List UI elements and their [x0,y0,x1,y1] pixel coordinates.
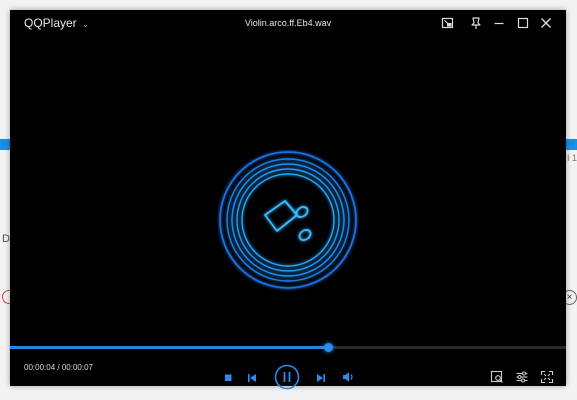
player-window: QQPlayer ⌄ Violin.arco.ff.Eb4.wav 00:00:… [10,10,566,390]
total-time: 00:00:07 [61,363,93,372]
volume-icon [343,372,353,382]
maximize-button[interactable] [515,15,531,31]
close-icon [541,18,551,28]
screenshot-icon [490,370,503,383]
picture-in-picture-icon [441,17,454,29]
current-time: 00:00:04 [24,363,56,372]
pin-icon [471,17,481,29]
background-app-text-right: I 1 [567,153,577,163]
settings-icon [516,371,528,383]
time-separator: / [57,363,60,372]
control-bar: 00:00:04 / 00:00:07 [10,349,566,390]
stop-icon [225,374,232,381]
video-area[interactable] [10,36,566,348]
music-note-icon [264,200,312,241]
next-button[interactable] [315,371,327,389]
maximize-icon [517,17,529,29]
pin-button[interactable] [468,15,484,31]
screenshot-button[interactable] [490,370,504,389]
previous-button[interactable] [246,371,258,389]
background-app-text: D [2,233,10,245]
settings-button[interactable] [515,370,529,389]
previous-icon [248,374,256,382]
background-app-bar-left [0,139,10,150]
volume-button[interactable] [341,370,355,389]
picture-in-picture-button[interactable] [440,15,456,31]
fullscreen-button[interactable] [540,370,554,389]
stop-button[interactable] [222,371,234,389]
background-app-bar-right [565,139,577,150]
minimize-icon [494,22,504,25]
audio-disc-visualizer [219,151,357,289]
fullscreen-icon [540,370,554,384]
time-display: 00:00:04 / 00:00:07 [24,363,93,372]
close-button[interactable] [538,15,554,31]
title-bar: QQPlayer ⌄ Violin.arco.ff.Eb4.wav [10,10,566,36]
minimize-button[interactable] [491,15,507,31]
pause-button[interactable] [274,364,300,395]
pause-icon [274,364,300,390]
next-icon [317,374,325,382]
